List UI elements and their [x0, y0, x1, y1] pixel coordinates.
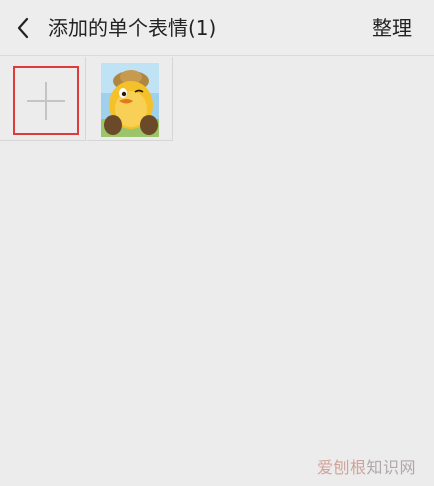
watermark-suffix: 知识网	[366, 458, 416, 477]
plus-icon	[27, 81, 65, 120]
watermark: 爱刨根知识网	[317, 454, 416, 478]
yellow-chick-sticker[interactable]	[101, 63, 159, 137]
organize-button[interactable]: 整理	[372, 0, 412, 56]
back-button[interactable]	[10, 14, 36, 42]
chevron-left-icon	[17, 17, 29, 39]
sticker-grid	[0, 57, 174, 141]
add-sticker-cell	[0, 57, 86, 141]
top-bar: 添加的单个表情(1) 整理	[0, 0, 434, 56]
sticker-cell	[87, 57, 173, 141]
page-title: 添加的单个表情(1)	[48, 16, 217, 40]
add-sticker-button[interactable]	[13, 66, 79, 135]
watermark-brand: 爱刨根	[316, 458, 367, 477]
